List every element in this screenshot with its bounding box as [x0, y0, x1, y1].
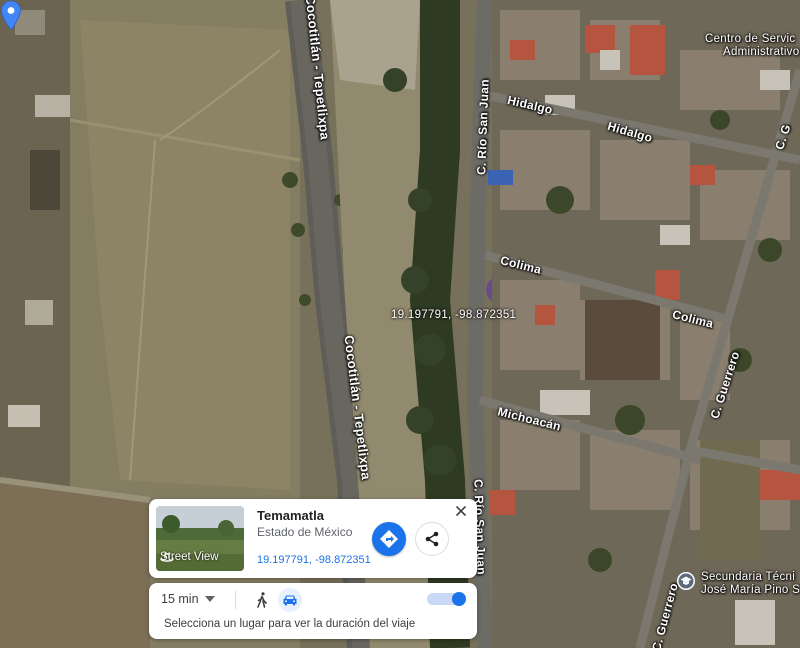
poi-secundaria-line1: Secundaria Técni — [701, 571, 796, 583]
poi-centro-line1: Centro de Servic — [705, 33, 796, 45]
travel-time-hint: Selecciona un lugar para ver la duración… — [164, 618, 416, 630]
divider — [235, 591, 236, 609]
directions-icon — [380, 530, 398, 548]
place-title: Temamatla — [257, 508, 324, 523]
street-view-icon — [160, 553, 174, 562]
pin-coordinates-label: 19.197791, -98.872351 — [391, 309, 517, 321]
travel-time-dropdown[interactable]: 15 min — [161, 592, 215, 606]
chevron-down-icon — [204, 596, 215, 602]
place-info-card: Street View Temamatla Estado de México 1… — [149, 499, 477, 578]
location-pin-icon[interactable] — [0, 0, 22, 32]
poi-centro-line2: Administrativo — [723, 46, 800, 58]
share-icon — [425, 531, 439, 547]
walking-icon[interactable] — [253, 591, 271, 609]
car-icon — [283, 595, 297, 606]
poi-centro-servicios[interactable]: Centro de Servic Administrativo — [705, 33, 799, 59]
travel-time-card: 15 min Selecciona un lugar para ver la d… — [149, 583, 477, 639]
place-coordinates-link[interactable]: 19.197791, -98.872351 — [257, 554, 371, 566]
place-subtitle: Estado de México — [257, 525, 353, 539]
close-icon[interactable] — [453, 503, 469, 519]
share-button[interactable] — [415, 522, 449, 556]
travel-time-value: 15 min — [161, 592, 199, 606]
directions-button[interactable] — [372, 522, 406, 556]
travel-time-toggle[interactable] — [427, 590, 469, 608]
school-icon — [677, 572, 695, 590]
driving-mode-button[interactable] — [278, 588, 302, 612]
street-view-thumbnail[interactable]: Street View — [156, 506, 244, 571]
poi-secundaria-line2: José María Pino S — [701, 584, 800, 596]
